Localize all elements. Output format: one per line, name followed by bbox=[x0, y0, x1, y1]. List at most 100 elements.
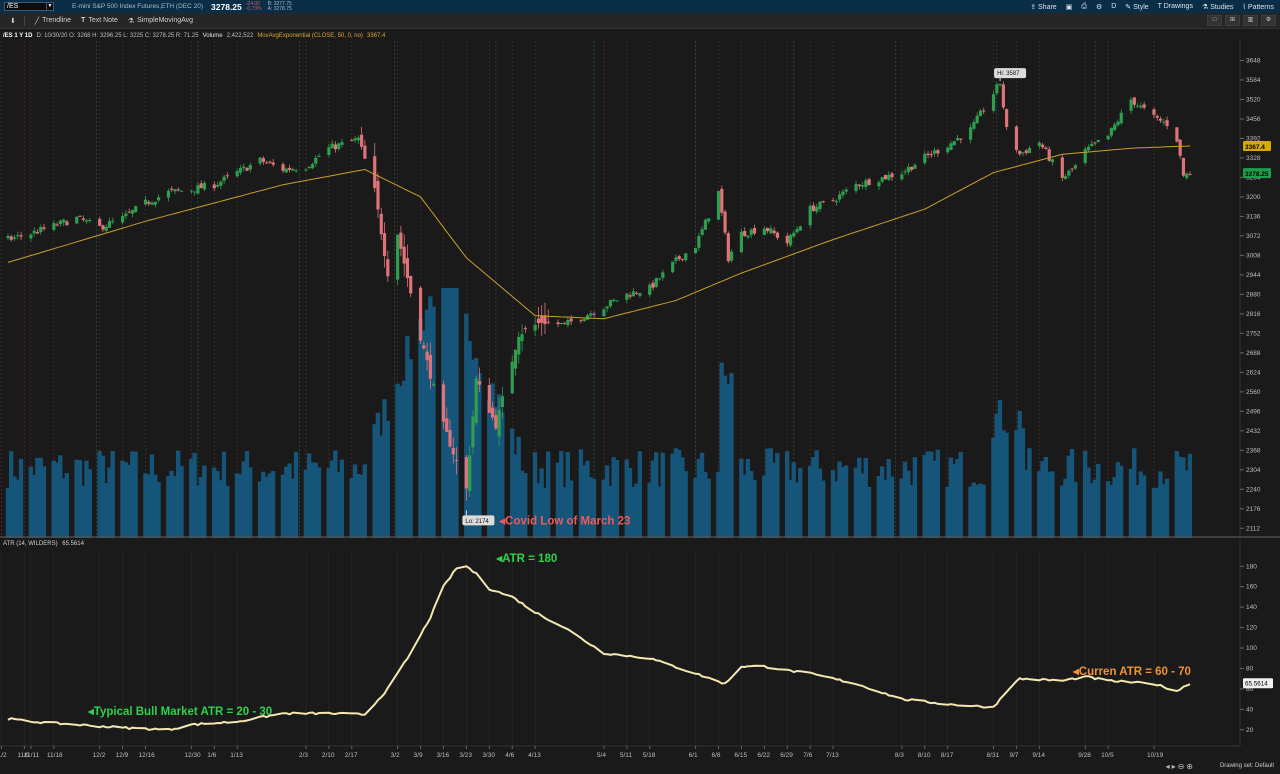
date-tick-label: 2/10 bbox=[322, 752, 335, 759]
candle-body bbox=[1152, 109, 1156, 115]
candle-body bbox=[1139, 105, 1143, 108]
atr-chart[interactable]: 1801601401201008060402065.5614 ◂ATR = 180… bbox=[0, 540, 1280, 760]
settings-gear-icon[interactable]: ⚙ bbox=[1261, 15, 1276, 26]
volume-bar bbox=[706, 478, 711, 538]
drawings-button[interactable]: T Drawings bbox=[1158, 3, 1193, 10]
candle-body bbox=[749, 229, 753, 235]
date-tick-label: 5/18 bbox=[643, 752, 656, 759]
candle-body bbox=[268, 161, 272, 163]
date-tick-label: 8/31 bbox=[987, 752, 1000, 759]
price-tick-label: 2624 bbox=[1246, 369, 1261, 376]
trendline-tool[interactable]: ╱ Trendline bbox=[35, 17, 71, 25]
candle-body bbox=[88, 219, 92, 221]
volume-bars bbox=[5, 288, 1193, 538]
grid-layout-button[interactable]: ⊞ bbox=[1225, 15, 1240, 26]
chart-symbol: /ES 1 Y 1D bbox=[3, 32, 33, 39]
candle-body bbox=[860, 185, 865, 187]
date-tick-label: 12/30 bbox=[184, 752, 201, 759]
share-button[interactable]: ⇪ Share bbox=[1030, 3, 1057, 11]
candle-body bbox=[785, 235, 789, 244]
candle-body bbox=[883, 174, 888, 180]
candle-body bbox=[235, 171, 239, 177]
candle-body bbox=[353, 138, 357, 141]
candle-body bbox=[933, 150, 937, 154]
volume-bar bbox=[270, 471, 276, 538]
candle-body bbox=[838, 194, 842, 200]
bid-ask: B: 3277.75 A: 3278.75 bbox=[267, 0, 292, 12]
style-button[interactable]: ✎ Style bbox=[1125, 3, 1148, 11]
candle-body bbox=[196, 185, 200, 194]
candle-body bbox=[399, 232, 403, 249]
lo-label: Lo: 2174 bbox=[465, 519, 489, 525]
grid-icon[interactable]: ▣ bbox=[1066, 3, 1073, 11]
atr-axis: 1801601401201008060402065.5614 bbox=[1239, 540, 1280, 760]
chevron-down-icon[interactable]: ▼ bbox=[46, 3, 53, 10]
price-tick-label: 3200 bbox=[1246, 194, 1261, 201]
volume-bar bbox=[248, 467, 253, 538]
candle-body bbox=[628, 295, 632, 297]
candle-body bbox=[936, 150, 940, 154]
candle-body bbox=[373, 156, 377, 189]
drawing-set-label[interactable]: Drawing set: Default bbox=[1220, 763, 1274, 769]
print-icon[interactable]: ⎙ bbox=[1081, 3, 1087, 11]
chart-navigation-icons[interactable]: ◂▸⊖⊕ bbox=[1166, 762, 1195, 771]
atr-peak-annotation: ◂ATR = 180 bbox=[495, 553, 557, 565]
date-tick-label: 8/10 bbox=[918, 752, 931, 759]
candle-body bbox=[1073, 165, 1077, 169]
candle-body bbox=[762, 228, 766, 235]
candle-body bbox=[153, 201, 157, 205]
price-tick-label: 3072 bbox=[1246, 233, 1261, 240]
bottom-strip: ◂▸⊖⊕ Drawing set: Default bbox=[0, 760, 1280, 774]
volume-bar bbox=[1187, 453, 1193, 538]
candle-body bbox=[766, 227, 770, 232]
date-tick-label: 6/15 bbox=[734, 752, 747, 759]
candle-body bbox=[769, 228, 773, 234]
candle-body bbox=[9, 236, 13, 240]
volume-bar bbox=[821, 480, 826, 538]
candle-body bbox=[382, 233, 387, 256]
date-tick-label: 12/16 bbox=[139, 752, 156, 759]
simple-moving-avg-tool[interactable]: ⚗ SimpleMovingAvg bbox=[128, 17, 193, 25]
studies-button[interactable]: ⚗ Studies bbox=[1202, 3, 1234, 11]
single-layout-button[interactable]: □ bbox=[1207, 15, 1222, 26]
date-tick-label: 9/28 bbox=[1078, 752, 1091, 759]
pin-icon[interactable]: ⬇ bbox=[10, 17, 16, 25]
candle-body bbox=[772, 230, 776, 234]
top-bar: /ES ▼ E-mini S&P 500 Index Futures,ETH (… bbox=[0, 0, 1280, 13]
candle-body bbox=[517, 336, 521, 355]
candle-body bbox=[291, 169, 295, 171]
candle-body bbox=[1178, 139, 1182, 156]
study-header: /ES 1 Y 1D D: 10/30/20 O: 3268 H: 3296.2… bbox=[0, 30, 1240, 41]
candle-body bbox=[808, 205, 812, 226]
candle-body bbox=[130, 210, 135, 214]
study-icon: ⚗ bbox=[127, 17, 135, 25]
candle-body bbox=[1093, 142, 1097, 144]
patterns-button[interactable]: ⌇ Patterns bbox=[1243, 3, 1274, 11]
candle-body bbox=[490, 407, 495, 418]
ema-label[interactable]: MovAvgExponential (CLOSE, 50, 0, no) bbox=[257, 33, 363, 39]
symbol-selector[interactable]: /ES ▼ bbox=[4, 2, 54, 11]
candle-body bbox=[451, 448, 455, 455]
candle-body bbox=[1116, 121, 1120, 126]
candle-body bbox=[176, 189, 180, 191]
candle-body bbox=[946, 147, 950, 153]
volume-label[interactable]: Volume bbox=[203, 33, 223, 39]
candle-body bbox=[500, 396, 505, 407]
text-note-tool[interactable]: T Text Note bbox=[81, 17, 118, 24]
price-chart[interactable]: 3648358435203456339233283264320031363072… bbox=[0, 41, 1280, 538]
bars-layout-button[interactable]: ▥ bbox=[1243, 15, 1258, 26]
candle-body bbox=[716, 191, 721, 220]
volume-bar bbox=[523, 473, 528, 538]
candle-body bbox=[143, 199, 148, 205]
volume-bar bbox=[866, 486, 872, 538]
candle-body bbox=[409, 276, 413, 294]
candle-body bbox=[815, 206, 819, 212]
candle-body bbox=[520, 334, 524, 342]
period-button[interactable]: D bbox=[1111, 3, 1116, 10]
candle-body bbox=[923, 153, 927, 164]
candle-body bbox=[510, 361, 514, 394]
price-tick-label: 2944 bbox=[1246, 272, 1261, 279]
candle-body bbox=[995, 84, 999, 94]
candle-body bbox=[189, 190, 193, 192]
gear-icon[interactable]: ⚙ bbox=[1096, 3, 1102, 11]
